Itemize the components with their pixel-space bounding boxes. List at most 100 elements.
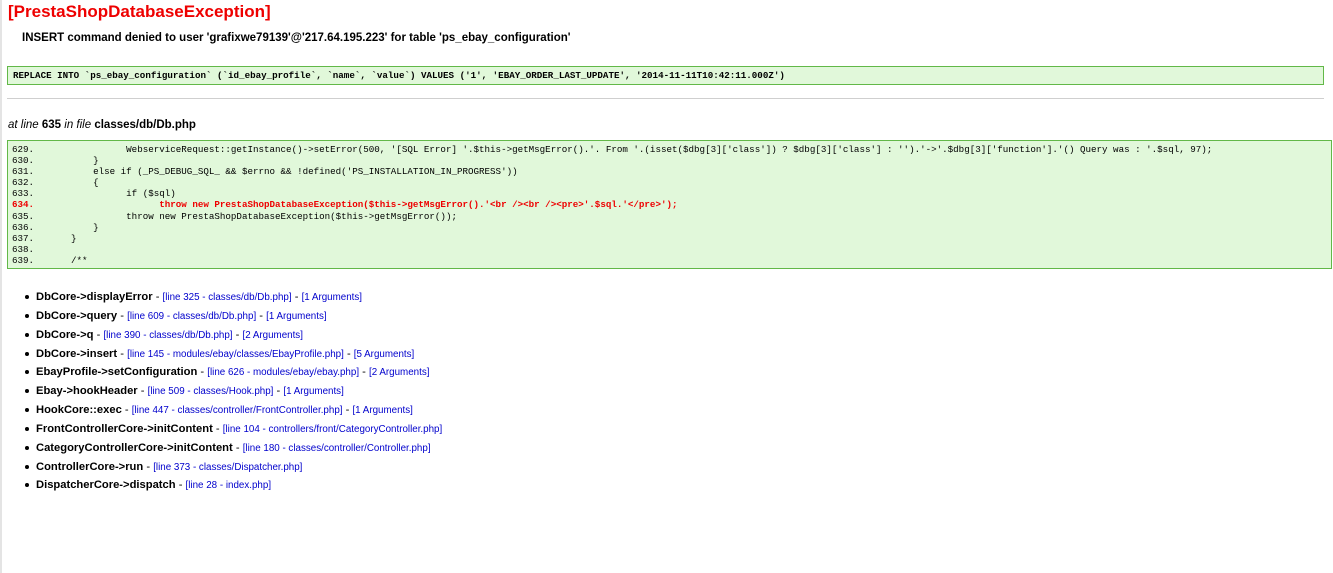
stack-trace-item: EbayProfile->setConfiguration - [line 62… — [22, 363, 442, 382]
trace-location-link[interactable]: [line 325 - classes/db/Db.php] — [163, 292, 292, 303]
error-location: at line 635 in file classes/db/Db.php — [8, 118, 196, 133]
trace-separator: - — [294, 291, 299, 303]
code-line-highlighted: 634. throw new PrestaShopDatabaseExcepti… — [8, 199, 1331, 210]
code-line-number: 629. — [12, 144, 35, 155]
code-line-text: /** — [60, 254, 88, 266]
trace-separator: - — [346, 347, 351, 360]
trace-separator: - — [362, 366, 366, 379]
trace-location-link[interactable]: [line 509 - classes/Hook.php] — [148, 386, 274, 397]
code-line-text: } — [60, 232, 77, 244]
trace-location-link[interactable]: [line 180 - classes/controller/Controlle… — [243, 443, 431, 454]
bullet-icon — [25, 370, 29, 375]
trace-separator: - — [235, 441, 240, 454]
trace-function: FrontControllerCore->initContent — [36, 422, 213, 435]
trace-arguments-link[interactable]: [2 Arguments] — [369, 367, 429, 378]
code-line: 629. WebserviceRequest::getInstance()->s… — [8, 144, 1331, 155]
code-line-text: } — [60, 221, 99, 233]
stack-trace-item: HookCore::exec - [line 447 - classes/con… — [22, 401, 442, 420]
trace-separator: - — [276, 385, 281, 398]
trace-arguments-link[interactable]: [1 Arguments] — [302, 292, 362, 303]
trace-location-link[interactable]: [line 28 - index.php] — [186, 480, 272, 491]
code-line-number: 633. — [12, 188, 35, 200]
trace-function: CategoryControllerCore->initContent — [36, 441, 233, 454]
stack-trace-item: DbCore->displayError - [line 325 - class… — [22, 288, 442, 307]
trace-separator: - — [124, 404, 129, 417]
trace-arguments-link[interactable]: [1 Arguments] — [352, 405, 412, 416]
trace-separator: - — [345, 404, 350, 417]
trace-arguments-link[interactable]: [1 Arguments] — [283, 386, 343, 397]
trace-separator: - — [215, 422, 220, 435]
error-message: INSERT command denied to user 'grafixwe7… — [22, 32, 571, 44]
trace-separator: - — [259, 309, 264, 322]
trace-separator: - — [235, 328, 240, 341]
trace-location-link[interactable]: [line 447 - classes/controller/FrontCont… — [132, 405, 343, 416]
page-left-border — [0, 0, 2, 573]
code-line: 638. — [8, 244, 1331, 255]
code-line-number: 638. — [12, 243, 35, 255]
trace-location-link[interactable]: [line 609 - classes/db/Db.php] — [127, 311, 256, 322]
code-line-number: 630. — [12, 155, 35, 167]
trace-separator: - — [200, 366, 205, 379]
bullet-icon — [25, 332, 29, 337]
code-line: 637. } — [8, 233, 1331, 244]
exception-title: [PrestaShopDatabaseException] — [8, 2, 271, 21]
code-line: 630. } — [8, 155, 1331, 166]
trace-function: Ebay->hookHeader — [36, 385, 138, 398]
stack-trace-list: DbCore->displayError - [line 325 - class… — [22, 288, 442, 495]
trace-separator: - — [120, 309, 124, 322]
stack-trace-item: CategoryControllerCore->initContent - [l… — [22, 439, 442, 458]
stack-trace-item: DispatcherCore->dispatch - [line 28 - in… — [22, 476, 442, 495]
code-line-number: 634. — [12, 199, 35, 211]
error-line-number: 635 — [41, 119, 62, 131]
code-line-text: if ($sql) — [60, 188, 176, 200]
stack-trace-item: FrontControllerCore->initContent - [line… — [22, 420, 442, 439]
code-line: 633. if ($sql) — [8, 188, 1331, 199]
trace-arguments-link[interactable]: [2 Arguments] — [242, 330, 302, 341]
trace-separator: - — [96, 328, 101, 341]
code-line-text: else if (_PS_DEBUG_SQL_ && $errno && !de… — [60, 166, 518, 178]
code-line-number: 637. — [12, 232, 35, 244]
trace-function: EbayProfile->setConfiguration — [36, 366, 198, 379]
bullet-icon — [25, 295, 29, 299]
code-line: 631. else if (_PS_DEBUG_SQL_ && $errno &… — [8, 166, 1331, 177]
code-line-text: WebserviceRequest::getInstance()->setErr… — [60, 144, 1213, 155]
code-line-text: throw new PrestaShopDatabaseException($t… — [60, 210, 457, 222]
code-line-text: throw new PrestaShopDatabaseException($t… — [60, 199, 678, 211]
trace-location-link[interactable]: [line 145 - modules/ebay/classes/EbayPro… — [127, 349, 344, 360]
trace-separator: - — [140, 385, 145, 398]
trace-function: HookCore::exec — [36, 404, 122, 417]
sql-query-box: REPLACE INTO `ps_ebay_configuration` (`i… — [7, 66, 1324, 85]
bullet-icon — [25, 389, 29, 394]
at-line-text: at line — [8, 119, 39, 131]
trace-separator: - — [146, 460, 151, 473]
trace-function: DbCore->displayError — [36, 291, 153, 303]
code-line-text: } — [60, 155, 99, 167]
code-line-number: 632. — [12, 177, 35, 189]
bullet-icon — [25, 313, 29, 318]
code-line: 632. { — [8, 177, 1331, 188]
code-line-number: 631. — [12, 166, 35, 178]
stack-trace-item: DbCore->q - [line 390 - classes/db/Db.ph… — [22, 326, 442, 345]
trace-function: ControllerCore->run — [36, 460, 144, 473]
stack-trace-item: DbCore->query - [line 609 - classes/db/D… — [22, 307, 442, 326]
trace-arguments-link[interactable]: [1 Arguments] — [266, 311, 326, 322]
trace-location-link[interactable]: [line 373 - classes/Dispatcher.php] — [153, 462, 302, 473]
trace-arguments-link[interactable]: [5 Arguments] — [354, 349, 414, 360]
code-line-text: { — [60, 177, 99, 189]
trace-function: DbCore->insert — [36, 347, 118, 360]
source-code-excerpt: 629. WebserviceRequest::getInstance()->s… — [7, 140, 1332, 269]
code-line: 639. /** — [8, 255, 1331, 266]
code-line: 635. throw new PrestaShopDatabaseExcepti… — [8, 211, 1331, 222]
trace-separator: - — [155, 291, 160, 303]
code-line-number: 639. — [12, 254, 35, 266]
trace-location-link[interactable]: [line 104 - controllers/front/CategoryCo… — [223, 424, 442, 435]
bullet-icon — [25, 408, 29, 413]
bullet-icon — [25, 464, 29, 469]
trace-location-link[interactable]: [line 390 - classes/db/Db.php] — [103, 330, 232, 341]
code-line: 636. } — [8, 222, 1331, 233]
bullet-icon — [25, 426, 29, 431]
trace-function: DbCore->query — [36, 309, 118, 322]
stack-trace-item: Ebay->hookHeader - [line 509 - classes/H… — [22, 382, 442, 401]
trace-location-link[interactable]: [line 626 - modules/ebay/ebay.php] — [207, 367, 359, 378]
code-line-number: 635. — [12, 210, 35, 222]
